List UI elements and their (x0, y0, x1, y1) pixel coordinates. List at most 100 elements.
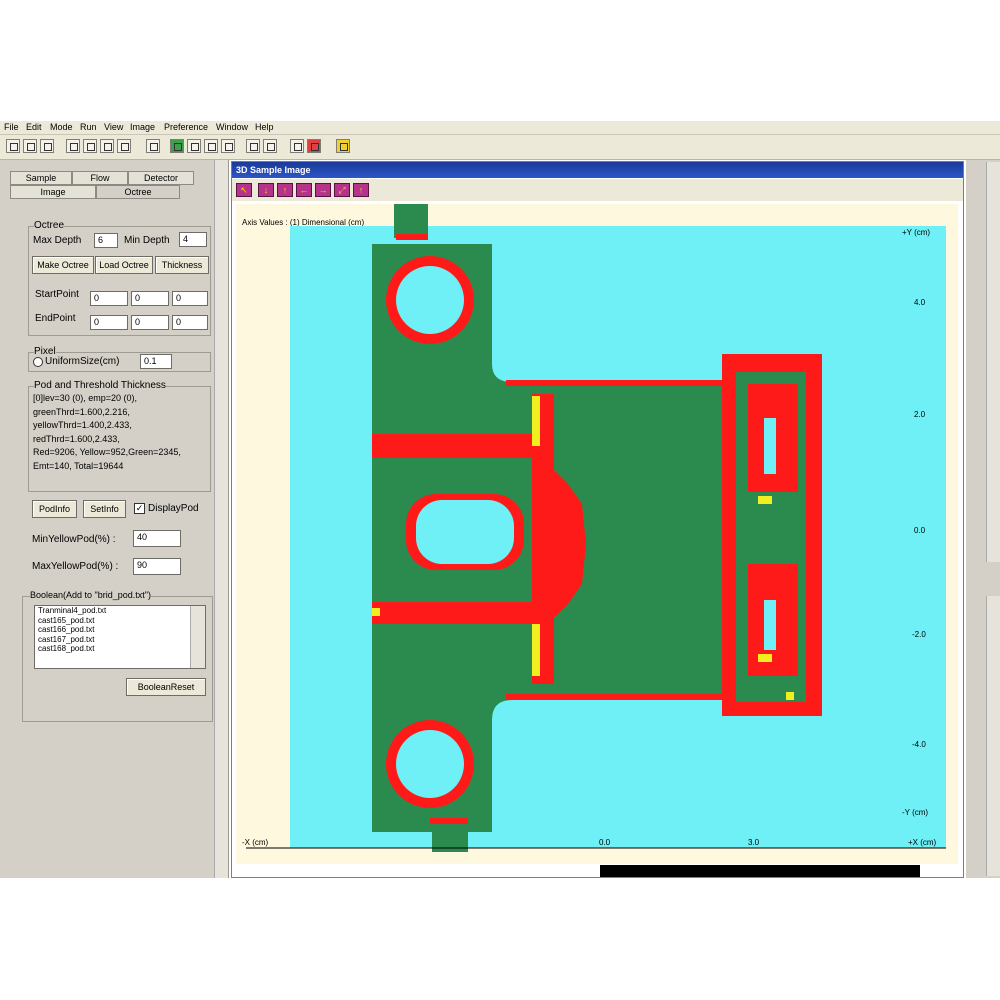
start-point-x-input[interactable]: 0 (90, 291, 128, 306)
help-icon[interactable] (336, 139, 350, 153)
menu-window[interactable]: Window (216, 122, 248, 132)
pan-down-icon[interactable]: ↓ (258, 183, 274, 197)
pan-up-icon[interactable]: ↑ (277, 183, 293, 197)
red-band-upper (372, 434, 536, 458)
max-yellow-input[interactable]: 90 (133, 558, 181, 575)
save-icon[interactable] (40, 139, 54, 153)
end-point-x-input[interactable]: 0 (90, 315, 128, 330)
thickness-line: [0]lev=30 (0), emp=20 (0), (33, 393, 138, 403)
menu-run[interactable]: Run (80, 122, 97, 132)
x-tick-label: 3.0 (748, 838, 760, 847)
s-view-icon[interactable] (221, 139, 235, 153)
menu-help[interactable]: Help (255, 122, 274, 132)
open-folder-icon[interactable] (23, 139, 37, 153)
uniform-size-input[interactable]: 0.1 (140, 354, 172, 369)
new-file-icon[interactable] (6, 139, 20, 153)
x-axis-left-label: -X (cm) (242, 838, 269, 847)
menu-edit[interactable]: Edit (26, 122, 42, 132)
thickness-group-label: Pod and Threshold Thickness (34, 380, 166, 391)
thickness-button[interactable]: Thickness (155, 256, 209, 274)
select-icon[interactable]: ↖ (236, 183, 252, 197)
grid-icon[interactable] (307, 139, 321, 153)
pod-info-button[interactable]: PodInfo (32, 500, 77, 518)
tab-octree[interactable]: Octree (96, 185, 180, 199)
list-item[interactable]: Tranminal4_pod.txt (35, 606, 205, 616)
y-axis-top-label: +Y (cm) (902, 228, 931, 237)
tab-sample[interactable]: Sample (10, 171, 72, 185)
pan-right-icon[interactable]: → (315, 183, 331, 197)
zoom-icon[interactable]: ⤢ (334, 183, 350, 197)
bottom-strip (600, 865, 920, 877)
print-icon[interactable] (117, 139, 131, 153)
make-octree-button[interactable]: Make Octree (32, 256, 94, 274)
blank-icon[interactable] (290, 139, 304, 153)
pan-left-icon[interactable]: ← (296, 183, 312, 197)
y-tick-label: 4.0 (914, 298, 926, 307)
y-tick-label: -2.0 (912, 630, 926, 639)
min-depth-input[interactable]: 4 (179, 232, 207, 247)
image-toolbar: ↖ ↓ ↑ ← → ⤢ ↑ (232, 179, 963, 201)
left-control-panel: Sample Flow Detector Image Octree Octree… (0, 160, 229, 878)
end-point-z-input[interactable]: 0 (172, 315, 208, 330)
y-tick-label: 0.0 (914, 526, 926, 535)
y-tick-label: -4.0 (912, 740, 926, 749)
cylinder-bottom-edge (506, 694, 726, 700)
menu-view[interactable]: View (104, 122, 123, 132)
menu-file[interactable]: File (4, 122, 19, 132)
boolean-file-list[interactable]: Tranminal4_pod.txt cast165_pod.txt cast1… (34, 605, 206, 669)
display-pod-checkbox[interactable]: ✓ (134, 503, 145, 514)
tab-image[interactable]: Image (10, 185, 96, 199)
reset-view-icon[interactable]: ↑ (353, 183, 369, 197)
menu-preference[interactable]: Preference (164, 122, 208, 132)
paste-icon[interactable] (100, 139, 114, 153)
right-scrollbar-lower[interactable] (986, 596, 1000, 876)
min-depth-label: Min Depth (124, 235, 170, 246)
menu-image[interactable]: Image (130, 122, 155, 132)
top-stub-pod (396, 234, 428, 240)
x-axis-right-label: +X (cm) (908, 838, 937, 847)
set-info-button[interactable]: SetInfo (83, 500, 126, 518)
load-octree-button[interactable]: Load Octree (95, 256, 153, 274)
start-point-z-input[interactable]: 0 (172, 291, 208, 306)
document-icon[interactable] (146, 139, 160, 153)
x-tick-label: 0.0 (599, 838, 611, 847)
display-pod-label: DisplayPod (148, 503, 199, 514)
green-view-icon[interactable] (170, 139, 184, 153)
min-yellow-input[interactable]: 40 (133, 530, 181, 547)
middle-hole (416, 500, 514, 564)
tab-flow[interactable]: Flow (72, 171, 128, 185)
end-cap-yellow-dot (786, 692, 794, 700)
start-point-y-input[interactable]: 0 (131, 291, 169, 306)
menu-mode[interactable]: Mode (50, 122, 73, 132)
list-item[interactable]: cast168_pod.txt (35, 644, 205, 654)
tab-detector[interactable]: Detector (128, 171, 194, 185)
boolean-reset-button[interactable]: BooleanReset (126, 678, 206, 696)
max-depth-input[interactable]: 6 (94, 233, 118, 248)
right-scrollbar-upper[interactable] (986, 162, 1000, 562)
end-cap-lower-slot (764, 600, 776, 650)
right-panel (966, 160, 1000, 878)
list-item[interactable]: cast165_pod.txt (35, 616, 205, 626)
max-yellow-label: MaxYellowPod(%) : (32, 561, 119, 572)
thickness-line: Emt=140, Total=19644 (33, 460, 124, 471)
max-depth-label: Max Depth (33, 235, 82, 246)
octree-render (246, 204, 946, 852)
copy-icon[interactable] (83, 139, 97, 153)
plot-area: Axis Values : (1) Dimensional (cm) +Y (c… (236, 204, 958, 864)
end-point-y-input[interactable]: 0 (131, 315, 169, 330)
boolean-group-label: Boolean(Add to "brid_pod.txt") (30, 590, 151, 600)
uniform-size-label: UniformSize(cm) (45, 356, 120, 367)
yellow-strip-upper (532, 396, 540, 446)
left-panel-scrollbar[interactable] (214, 160, 228, 878)
menu-bar: File Edit Mode Run View Image Preference… (0, 121, 1000, 135)
rotate-icon[interactable] (246, 139, 260, 153)
uniform-size-radio[interactable] (33, 357, 43, 367)
list-item[interactable]: cast166_pod.txt (35, 625, 205, 635)
end-cap-yellow-lower (758, 654, 772, 662)
list-scrollbar[interactable] (190, 606, 205, 668)
color-icon[interactable] (263, 139, 277, 153)
box-view-icon[interactable] (187, 139, 201, 153)
list-item[interactable]: cast167_pod.txt (35, 635, 205, 645)
frame-view-icon[interactable] (204, 139, 218, 153)
cut-icon[interactable] (66, 139, 80, 153)
